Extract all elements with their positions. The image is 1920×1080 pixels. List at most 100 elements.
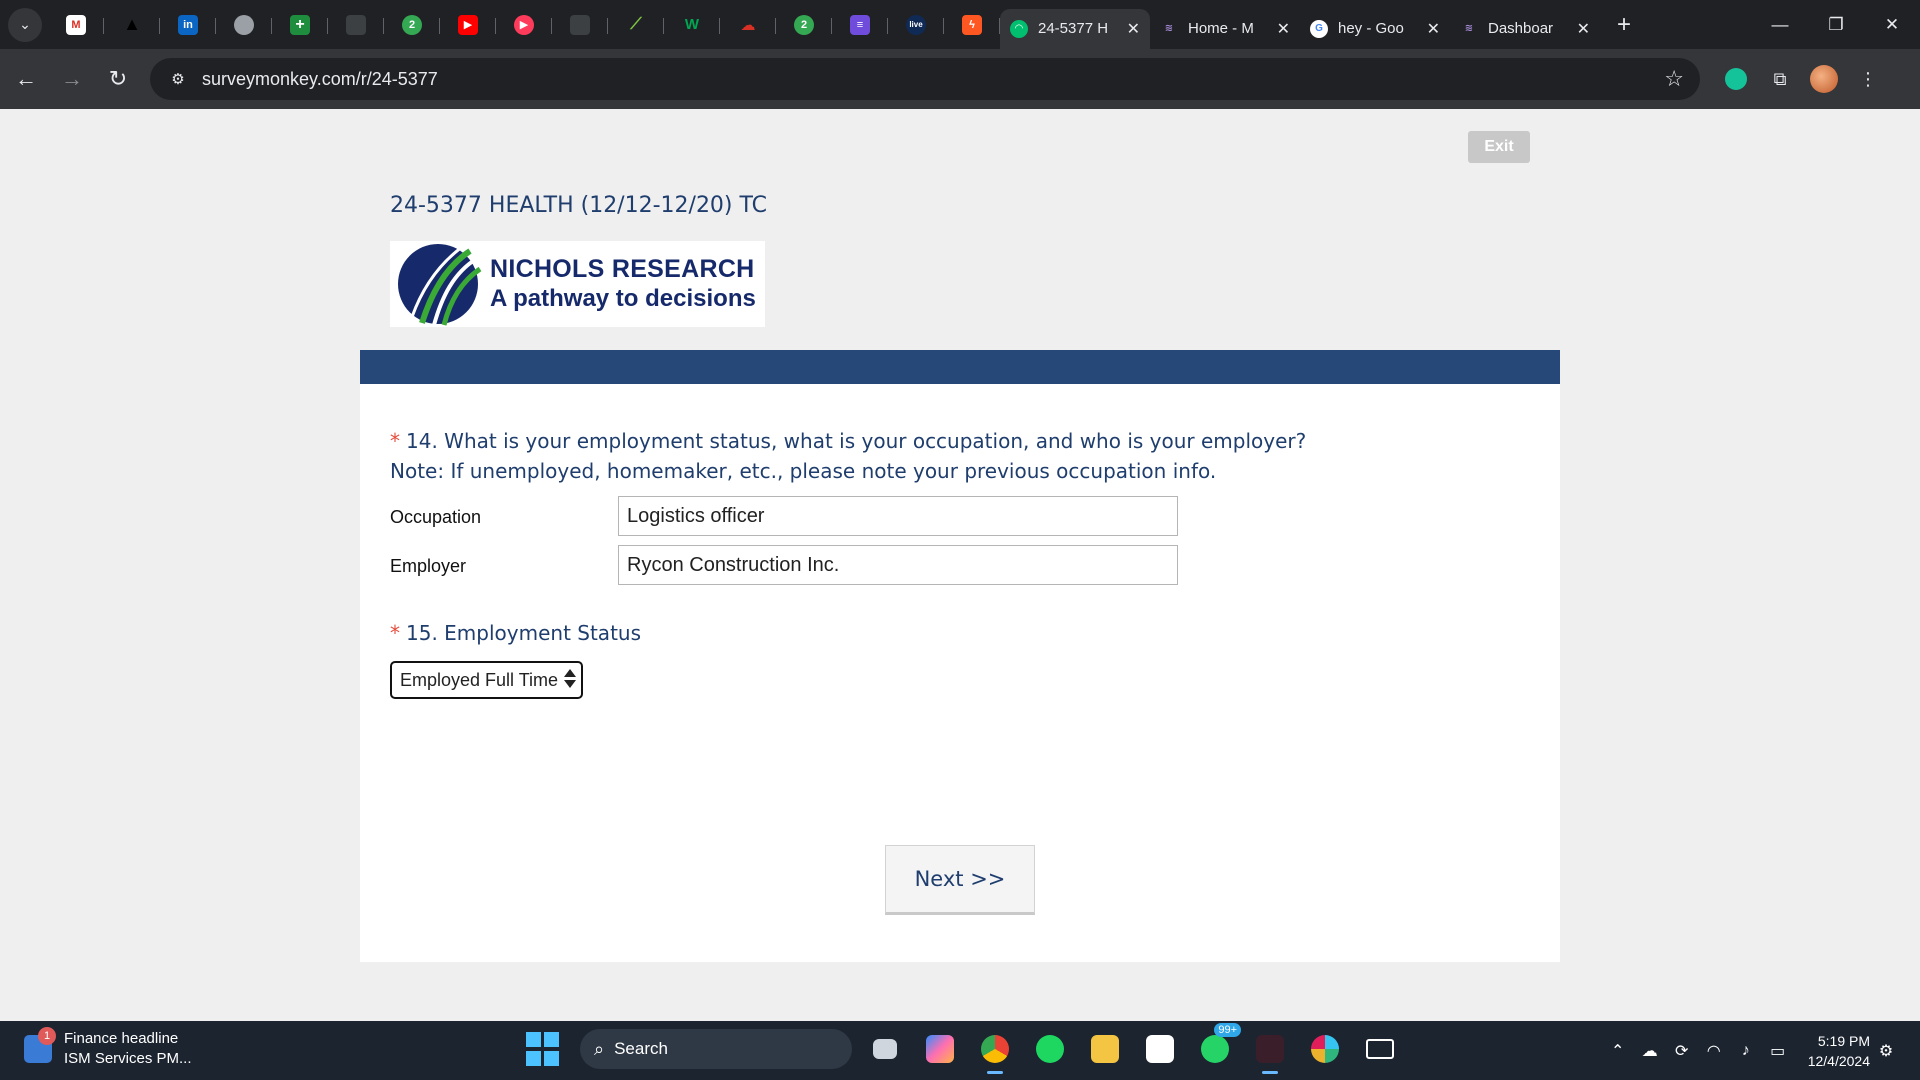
news-subtitle: ISM Services PM... xyxy=(64,1050,192,1067)
pinned-tab-10[interactable] xyxy=(552,7,608,43)
tab-dashboard[interactable]: ≋ Dashboar ✕ xyxy=(1450,9,1600,49)
taskbar-apps: ⌕ Search 99+ xyxy=(526,1023,1402,1074)
select-arrows-icon xyxy=(564,669,576,688)
notifications-icon[interactable]: ⚙ xyxy=(1870,1041,1902,1061)
gmail-icon: M xyxy=(66,14,86,35)
next-button[interactable]: Next >> xyxy=(885,845,1035,915)
question-15: * 15. Employment Status xyxy=(390,618,641,648)
clock-time: 5:19 PM xyxy=(1817,1032,1870,1049)
pinned-tab-2[interactable]: ▲ xyxy=(104,7,160,43)
windows-start-icon[interactable] xyxy=(526,1032,560,1066)
news-widget[interactable]: 1 Finance headline ISM Services PM... xyxy=(24,1027,192,1069)
tab-google[interactable]: G hey - Goo ✕ xyxy=(1300,9,1450,49)
pinned-tab-9[interactable]: ▶ xyxy=(496,7,552,43)
new-tab-button[interactable]: + xyxy=(1608,9,1640,41)
pinned-tab-15[interactable]: ≡ xyxy=(832,7,888,43)
nichols-research-logo: NICHOLS RESEARCH A pathway to decisions xyxy=(390,241,765,327)
question-14-note: Note: If unemployed, homemaker, etc., pl… xyxy=(390,459,1217,483)
forward-icon[interactable]: → xyxy=(52,59,92,99)
file-explorer-icon[interactable] xyxy=(1083,1027,1127,1071)
live-icon: live xyxy=(906,14,926,35)
close-window-icon[interactable]: ✕ xyxy=(1864,0,1920,49)
clock-date: 12/4/2024 xyxy=(1807,1052,1870,1069)
volume-icon[interactable]: ♪ xyxy=(1730,1042,1762,1060)
slack-icon[interactable] xyxy=(1303,1027,1347,1071)
dark-app-icon xyxy=(570,14,590,35)
wifi-icon[interactable]: ◠ xyxy=(1698,1041,1730,1061)
inbox-app-icon[interactable] xyxy=(1358,1027,1402,1071)
address-bar[interactable]: ⚙ surveymonkey.com/r/24-5377 ☆ xyxy=(150,58,1700,100)
news-title: Finance headline xyxy=(64,1030,179,1047)
employment-status-value: Employed Full Time xyxy=(400,669,559,690)
clock[interactable]: 5:19 PM 12/4/2024 xyxy=(1808,1031,1870,1071)
pinned-tab-12[interactable]: W xyxy=(664,7,720,43)
list-icon: ≡ xyxy=(850,14,870,35)
logo-line2: A pathway to decisions xyxy=(490,285,756,312)
chart-icon: ⟋ xyxy=(630,15,642,33)
two-icon-2: 2 xyxy=(794,14,814,35)
pinned-tab-17[interactable]: ϟ xyxy=(944,7,1000,43)
pinned-tab-gmail[interactable]: M xyxy=(48,7,104,43)
menu-icon[interactable]: ⋮ xyxy=(1846,59,1890,99)
sync-icon[interactable]: ⟳ xyxy=(1666,1041,1698,1061)
close-icon[interactable]: ✕ xyxy=(1427,19,1440,39)
bolt-icon: ϟ xyxy=(962,14,982,35)
taskbar-search[interactable]: ⌕ Search xyxy=(580,1029,852,1069)
onedrive-icon[interactable]: ☁ xyxy=(1634,1041,1666,1061)
employment-status-select[interactable]: Employed Full Time xyxy=(390,661,583,699)
chevron-up-icon[interactable]: ⌃ xyxy=(1602,1041,1634,1061)
task-view-icon[interactable] xyxy=(863,1027,907,1071)
play-circle-icon: ▶ xyxy=(514,14,534,35)
exit-button[interactable]: Exit xyxy=(1468,131,1530,163)
employer-input[interactable]: Rycon Construction Inc. xyxy=(618,545,1178,585)
search-label: Search xyxy=(614,1039,668,1058)
url-text[interactable]: surveymonkey.com/r/24-5377 xyxy=(202,69,1664,90)
question-15-text: 15. Employment Status xyxy=(406,621,641,645)
required-asterisk: * xyxy=(390,429,400,453)
pinned-tab-4[interactable] xyxy=(216,7,272,43)
tab-home[interactable]: ≋ Home - M ✕ xyxy=(1150,9,1300,49)
pinned-tab-6[interactable] xyxy=(328,7,384,43)
pinned-tab-sheets[interactable]: + xyxy=(272,7,328,43)
close-icon[interactable]: ✕ xyxy=(1277,19,1290,39)
chrome-icon[interactable] xyxy=(973,1027,1017,1074)
pinned-tab-linkedin[interactable]: in xyxy=(160,7,216,43)
pinned-tabs: M ▲ in + 2 ▶ ▶ ⟋ W ☁ 2 ≡ live ϟ xyxy=(48,7,1000,43)
app-wave-icon[interactable] xyxy=(1248,1027,1292,1074)
microsoft-store-icon[interactable] xyxy=(1138,1027,1182,1071)
pinned-tab-youtube[interactable]: ▶ xyxy=(440,7,496,43)
tab-strip: ⌄ M ▲ in + 2 ▶ ▶ ⟋ W ☁ 2 ≡ live ϟ ◠ 24-5… xyxy=(0,0,1920,49)
tab-title: 24-5377 H xyxy=(1038,20,1109,37)
triangle-icon: ▲ xyxy=(123,14,141,34)
site-info-icon[interactable]: ⚙ xyxy=(166,67,190,91)
copilot-icon[interactable] xyxy=(918,1027,962,1071)
logo-line1: NICHOLS RESEARCH xyxy=(490,255,755,283)
google-icon: G xyxy=(1310,19,1328,38)
extensions-icon[interactable]: ⧉ xyxy=(1758,59,1802,99)
close-icon[interactable]: ✕ xyxy=(1127,19,1140,39)
back-icon[interactable]: ← xyxy=(6,59,46,99)
restore-icon[interactable]: ❐ xyxy=(1808,0,1864,49)
profile-avatar[interactable] xyxy=(1802,59,1846,99)
whatsapp-icon[interactable]: 99+ xyxy=(1193,1023,1241,1071)
pinned-tab-11[interactable]: ⟋ xyxy=(608,7,664,43)
taskbar: 1 Finance headline ISM Services PM... ⌕ … xyxy=(0,1021,1920,1080)
news-badge: 1 xyxy=(38,1027,56,1045)
pinned-tab-16[interactable]: live xyxy=(888,7,944,43)
survey-page: Exit 24-5377 HEALTH (12/12-12/20) TC NIC… xyxy=(0,109,1920,1021)
wave-icon: ≋ xyxy=(1464,23,1474,34)
grammarly-icon[interactable] xyxy=(1714,59,1758,99)
spotify-icon[interactable] xyxy=(1028,1027,1072,1071)
grid-icon xyxy=(346,14,366,35)
occupation-input[interactable]: Logistics officer xyxy=(618,496,1178,536)
pinned-tab-13[interactable]: ☁ xyxy=(720,7,776,43)
pinned-tab-14[interactable]: 2 xyxy=(776,7,832,43)
battery-icon[interactable]: ▭ xyxy=(1762,1041,1794,1061)
reload-icon[interactable]: ↻ xyxy=(98,59,138,99)
close-icon[interactable]: ✕ xyxy=(1577,19,1590,39)
tab-search-button[interactable]: ⌄ xyxy=(8,7,42,42)
pinned-tab-7[interactable]: 2 xyxy=(384,7,440,43)
tab-survey[interactable]: ◠ 24-5377 H ✕ xyxy=(1000,8,1150,49)
minimize-icon[interactable]: — xyxy=(1752,0,1808,49)
bookmark-star-icon[interactable]: ☆ xyxy=(1664,66,1684,92)
